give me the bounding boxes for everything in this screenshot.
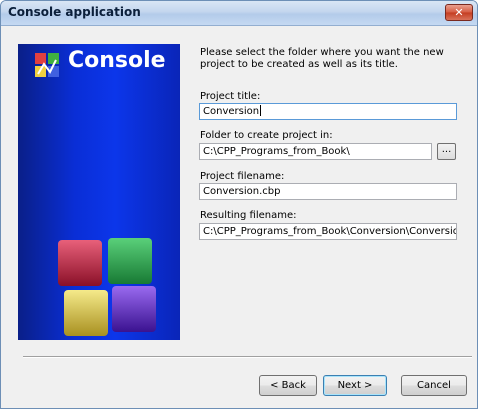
console-application-dialog: Console application ✕ Console Please sel… — [0, 0, 478, 409]
text-caret — [260, 105, 262, 116]
project-title-label: Project title: — [200, 91, 261, 102]
close-button[interactable]: ✕ — [445, 4, 473, 21]
next-button[interactable]: Next > — [323, 375, 387, 396]
cancel-button[interactable]: Cancel — [401, 375, 467, 396]
button-separator — [23, 356, 472, 358]
codeblocks-logo-icon — [35, 53, 59, 77]
browse-folder-button[interactable]: ... — [437, 143, 456, 160]
project-filename-input[interactable]: Conversion.cbp — [199, 183, 457, 200]
project-filename-label: Project filename: — [200, 171, 285, 182]
resulting-filename-field[interactable]: C:\CPP_Programs_from_Book\Conversion\Con… — [199, 223, 457, 240]
instructions-text: Please select the folder where you want … — [200, 47, 444, 70]
colored-cubes-graphic — [58, 238, 156, 336]
banner-title: Console — [68, 48, 166, 73]
window-title: Console application — [8, 5, 141, 19]
project-title-value: Conversion — [203, 106, 260, 117]
close-icon: ✕ — [454, 6, 464, 19]
project-title-input[interactable]: Conversion — [199, 103, 457, 120]
title-bar[interactable]: Console application ✕ — [1, 1, 477, 26]
folder-input[interactable]: C:\CPP_Programs_from_Book\ — [199, 143, 432, 160]
folder-label: Folder to create project in: — [200, 130, 333, 141]
wizard-content: Console Please select the folder where y… — [1, 26, 477, 408]
resulting-filename-label: Resulting filename: — [200, 210, 297, 221]
back-button[interactable]: < Back — [259, 375, 317, 396]
wizard-banner: Console — [18, 44, 180, 340]
